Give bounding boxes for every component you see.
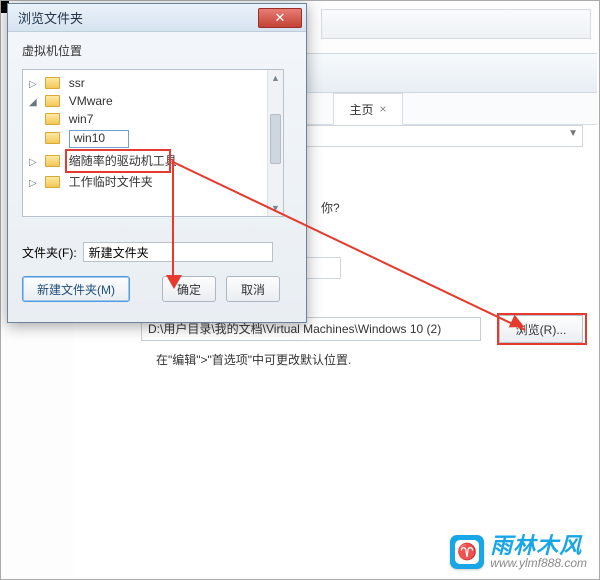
- tree-item-label: win7: [69, 112, 94, 126]
- folder-icon: [45, 155, 60, 167]
- tree-item-win7[interactable]: win7: [29, 110, 283, 128]
- chevron-down-icon[interactable]: ▼: [568, 128, 578, 139]
- tree-item-label: VMware: [69, 94, 113, 108]
- tree-item-rename-input[interactable]: win10: [69, 130, 129, 148]
- dialog-subtitle: 虚拟机位置: [8, 32, 306, 63]
- folder-icon: [45, 176, 60, 188]
- watermark-logo: ♈ 雨林木风 www.ylmf888.com: [450, 535, 587, 569]
- folder-name-label: 文件夹(F):: [22, 244, 77, 261]
- dialog-close-button[interactable]: ✕: [258, 8, 302, 28]
- folder-icon: [45, 95, 60, 107]
- tree-item-label: ssr: [69, 76, 85, 90]
- tree-scrollbar[interactable]: ▲ ▼: [267, 70, 283, 216]
- folder-icon: [45, 113, 60, 125]
- new-folder-button[interactable]: 新建文件夹(M): [22, 276, 130, 302]
- tree-item-win10[interactable]: win10: [29, 128, 283, 150]
- dialog-button-row: 新建文件夹(M) 确定 取消: [22, 276, 280, 302]
- tab-home[interactable]: 主页 ×: [333, 93, 403, 125]
- scroll-up-icon[interactable]: ▲: [268, 70, 283, 86]
- watermark-badge: ♈: [450, 535, 484, 569]
- sprout-icon: ♈: [455, 540, 479, 564]
- folder-icon: [45, 132, 60, 144]
- tab-home-label: 主页: [349, 101, 373, 118]
- background-toolbar: [321, 9, 591, 39]
- background-question-text: 你?: [321, 199, 340, 216]
- scroll-track[interactable]: [268, 86, 283, 200]
- scroll-down-icon[interactable]: ▼: [268, 200, 283, 216]
- ok-button[interactable]: 确定: [162, 276, 216, 302]
- cancel-button-label: 取消: [241, 281, 265, 298]
- tree-item-vmware[interactable]: ◢ VMware: [29, 92, 283, 110]
- browse-button[interactable]: 浏览(R)...: [499, 315, 583, 343]
- watermark-brand: 雨林木风: [490, 535, 587, 557]
- close-icon: ✕: [275, 10, 286, 26]
- ok-button-label: 确定: [177, 281, 201, 298]
- browse-button-label: 浏览(R)...: [516, 321, 567, 338]
- expand-icon[interactable]: ▷: [29, 157, 39, 168]
- watermark-text: 雨林木风 www.ylmf888.com: [490, 535, 587, 569]
- dialog-title-text: 浏览文件夹: [18, 8, 83, 27]
- expand-icon[interactable]: ▷: [29, 178, 39, 189]
- collapse-icon[interactable]: ◢: [29, 97, 39, 108]
- tree-item-temp[interactable]: ▷ 工作临时文件夹: [29, 171, 283, 192]
- tree-item-ssr[interactable]: ▷ ssr: [29, 74, 283, 92]
- dialog-titlebar: 浏览文件夹 ✕: [8, 4, 306, 32]
- cancel-button[interactable]: 取消: [226, 276, 280, 302]
- close-icon[interactable]: ×: [380, 102, 387, 116]
- folder-tree[interactable]: ▷ ssr ◢ VMware win7 win10 ▷: [22, 69, 284, 217]
- folder-name-input[interactable]: [83, 242, 273, 262]
- tree-item-label: 缩随率的驱动机工具: [69, 154, 177, 168]
- expand-icon[interactable]: ▷: [29, 79, 39, 90]
- tree-item-drivers[interactable]: ▷ 缩随率的驱动机工具: [29, 150, 283, 171]
- scroll-thumb[interactable]: [270, 114, 281, 164]
- folder-icon: [45, 77, 60, 89]
- watermark-url: www.ylmf888.com: [490, 557, 587, 569]
- tree-item-label: 工作临时文件夹: [69, 175, 153, 189]
- new-folder-button-label: 新建文件夹(M): [37, 281, 115, 298]
- folder-name-row: 文件夹(F):: [22, 242, 273, 262]
- browse-folder-dialog: 浏览文件夹 ✕ 虚拟机位置 ▷ ssr ◢ VMware win7: [7, 3, 307, 323]
- location-hint-text: 在"编辑">"首选项"中可更改默认位置.: [156, 351, 351, 368]
